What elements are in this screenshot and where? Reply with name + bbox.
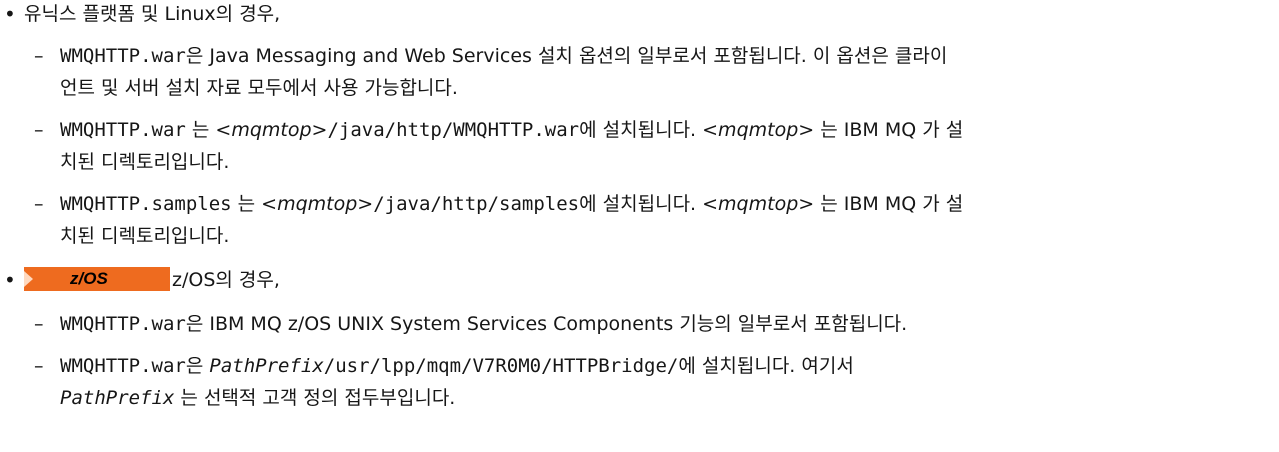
item-text: 은 IBM MQ z/OS UNIX System Services Compo… (185, 313, 908, 335)
code-text: WMQHTTP.war (60, 45, 186, 67)
dash-marker: – (34, 193, 44, 215)
code-text: WMQHTTP.war (60, 355, 186, 377)
unix-item-1-cont: 언트 및 서버 설치 자료 모두에서 사용 가능합니다. (60, 77, 458, 99)
bullet-unix: • (4, 2, 16, 26)
dash-marker: – (34, 45, 44, 67)
item-text: 는 (185, 119, 216, 141)
zos-heading-line: z/OS z/OS의 경우, (24, 266, 280, 294)
bullet-zos: • (4, 268, 16, 292)
item-text: 는 선택적 고객 정의 접두부입니다. (174, 387, 456, 409)
variable-text: PathPrefix (60, 387, 175, 409)
unix-heading: 유닉스 플랫폼 및 Linux의 경우, (24, 3, 281, 25)
play-icon (24, 271, 33, 287)
path-text: /java/http/samples (373, 193, 580, 215)
variable-text: <mqmtop> (261, 193, 374, 215)
unix-item-1: – WMQHTTP.war은 Java Messaging and Web Ser… (34, 42, 947, 70)
item-text: 는 (231, 193, 262, 215)
item-text: 은 Java Messaging and Web Services 설치 옵션의… (185, 45, 948, 67)
zos-heading: z/OS의 경우, (172, 269, 280, 291)
variable-text: <mqmtop> (215, 119, 328, 141)
document-page: • 유닉스 플랫폼 및 Linux의 경우, – WMQHTTP.war은 Jav… (0, 0, 1279, 452)
variable-text: <mqmtop> (702, 193, 815, 215)
variable-text: <mqmtop> (702, 119, 815, 141)
zos-item-2-cont: PathPrefix 는 선택적 고객 정의 접두부입니다. (60, 384, 455, 412)
unix-item-2: – WMQHTTP.war 는 <mqmtop>/java/http/WMQHTT… (34, 116, 963, 144)
variable-text: PathPrefix (209, 355, 324, 377)
code-text: WMQHTTP.samples (60, 193, 232, 215)
item-text: 에 설치됩니다. 여기서 (678, 355, 854, 377)
unix-item-3-cont: 치된 디렉토리입니다. (60, 225, 230, 247)
zos-item-1: – WMQHTTP.war은 IBM MQ z/OS UNIX System Se… (34, 310, 907, 338)
unix-item-3: – WMQHTTP.samples 는 <mqmtop>/java/http/sa… (34, 190, 963, 218)
zos-item-2: – WMQHTTP.war은 PathPrefix/usr/lpp/mqm/V7R… (34, 352, 854, 380)
code-text: WMQHTTP.war (60, 119, 186, 141)
dash-marker: – (34, 355, 44, 377)
item-text: 은 (185, 355, 210, 377)
item-text: 는 IBM MQ 가 설 (814, 193, 964, 215)
path-text: /usr/lpp/mqm/V7R0M0/HTTPBridge/ (323, 355, 679, 377)
item-text: 에 설치됩니다. (579, 193, 703, 215)
item-text: 는 IBM MQ 가 설 (814, 119, 964, 141)
dash-marker: – (34, 119, 44, 141)
dash-marker: – (34, 313, 44, 335)
path-text: /java/http/WMQHTTP.war (327, 119, 580, 141)
item-text: 에 설치됩니다. (579, 119, 703, 141)
badge-label: z/OS (70, 269, 108, 288)
code-text: WMQHTTP.war (60, 313, 186, 335)
unix-item-2-cont: 치된 디렉토리입니다. (60, 151, 230, 173)
zos-platform-badge: z/OS (24, 267, 170, 291)
